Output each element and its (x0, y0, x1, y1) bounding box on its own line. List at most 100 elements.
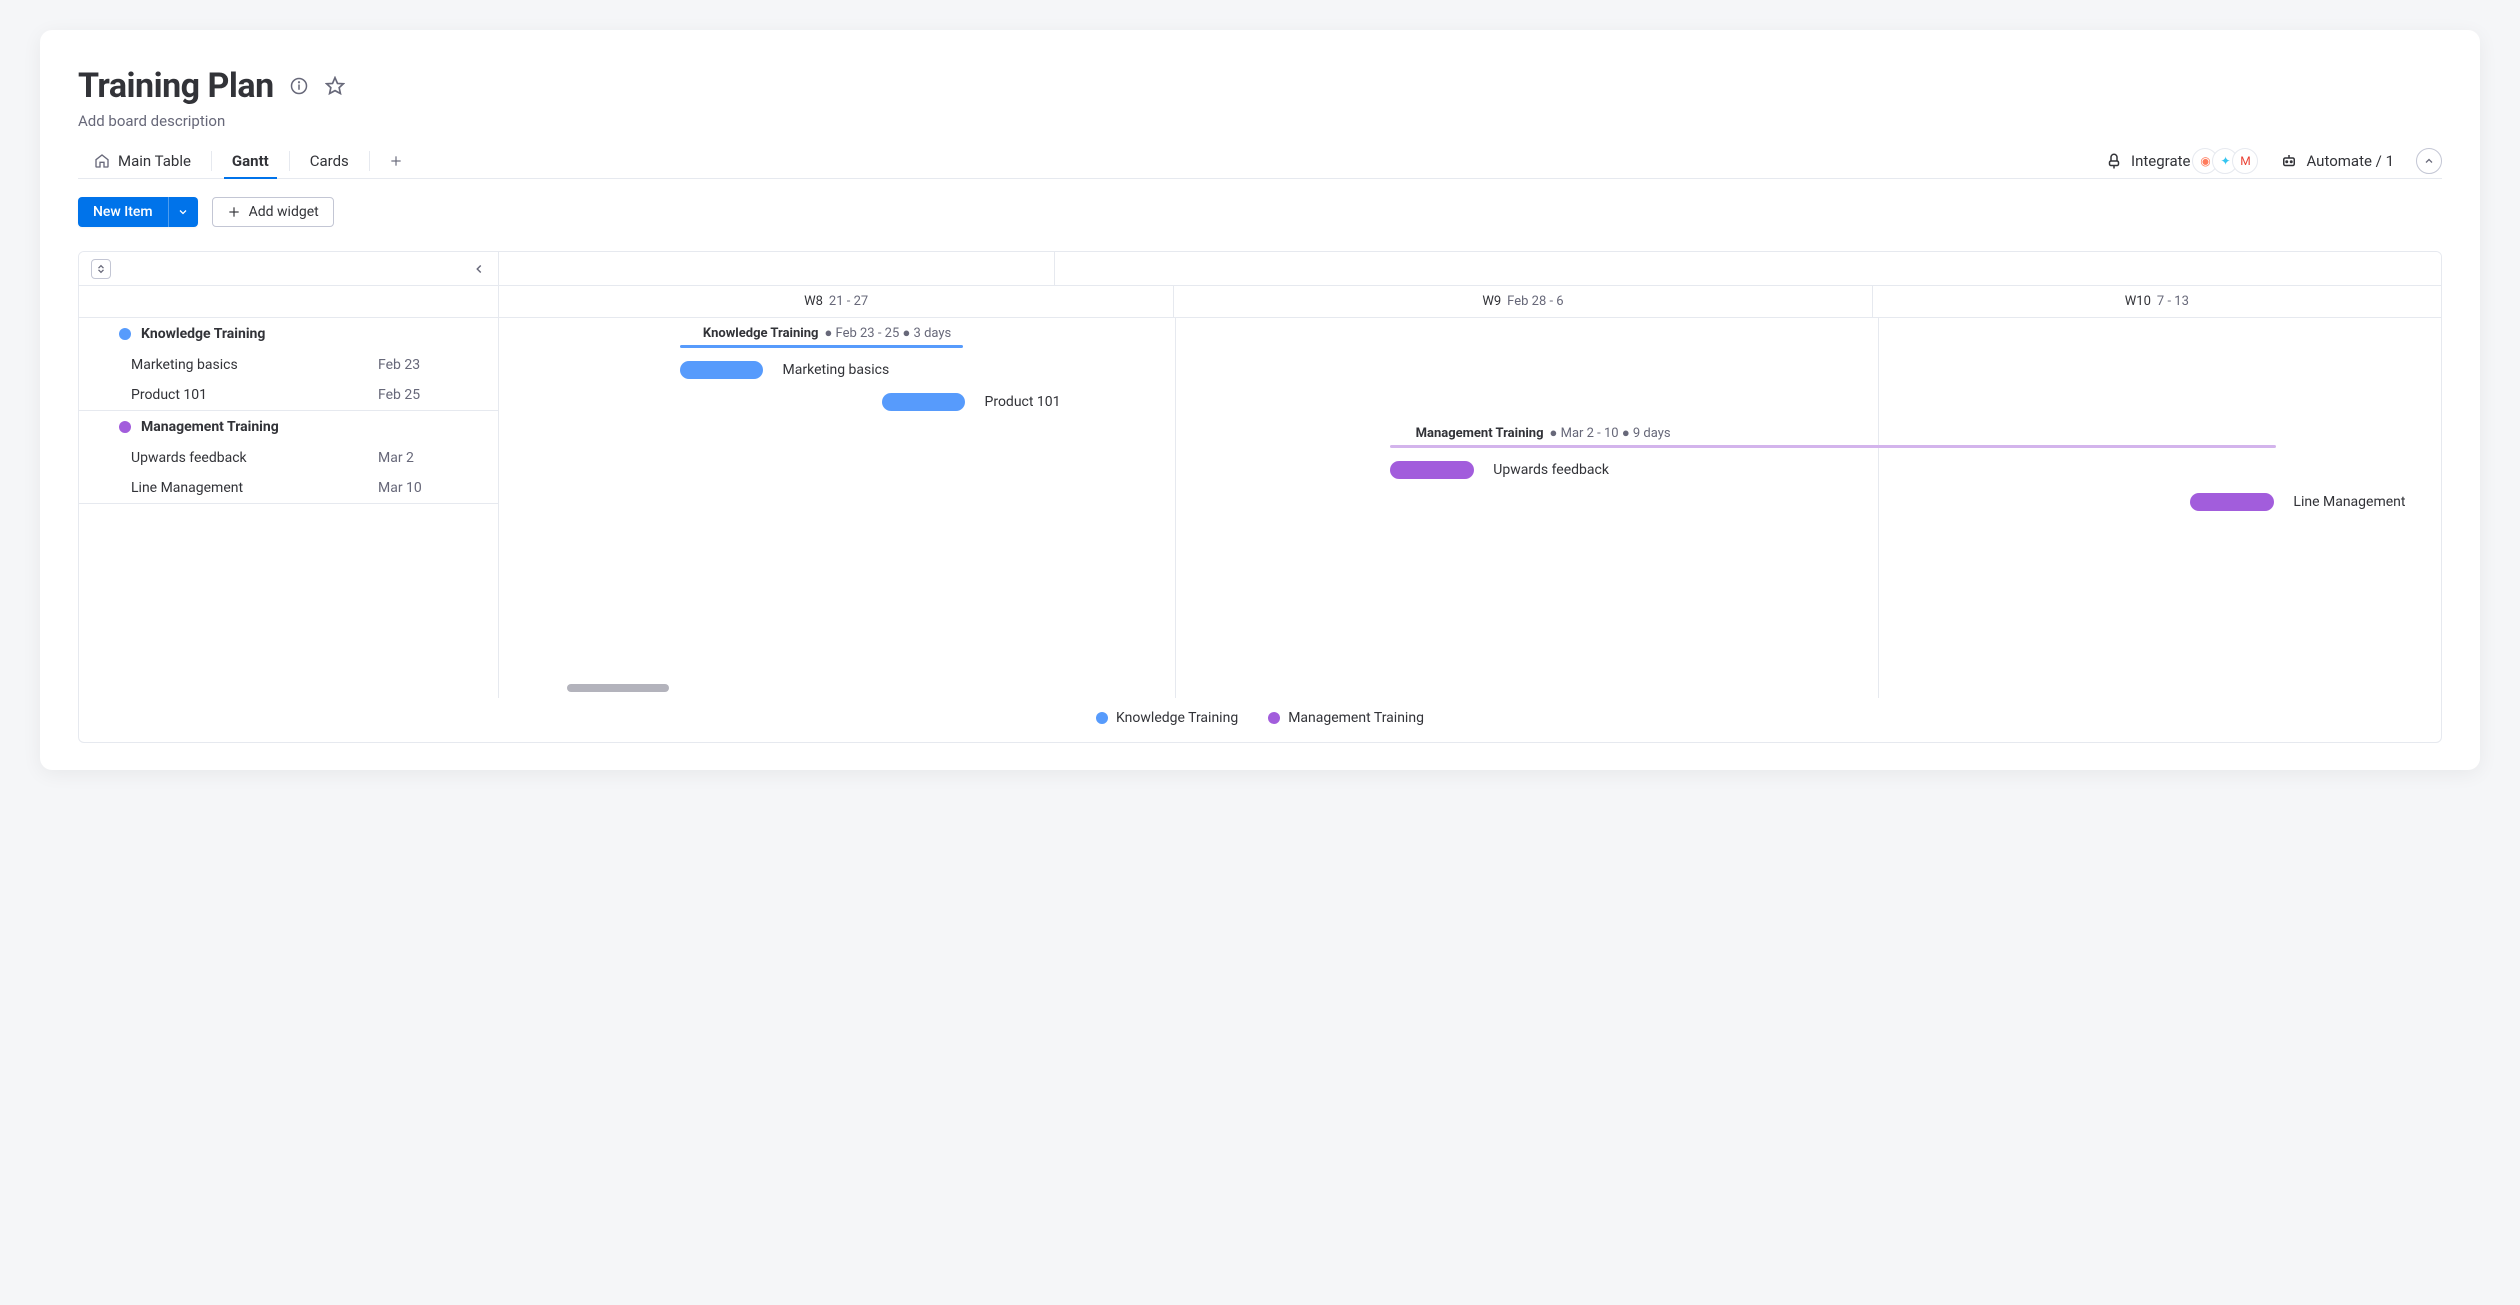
board-description[interactable]: Add board description (78, 112, 2442, 130)
info-icon[interactable] (288, 75, 310, 97)
task-bar[interactable] (1390, 461, 1474, 479)
integration-pill-icon: M (2232, 148, 2258, 174)
gantt-side-header (79, 252, 499, 285)
group-summary-meta: ● Mar 2 - 10 ● 9 days (1550, 425, 1671, 441)
week-number: W10 (2125, 294, 2151, 309)
tab-separator (289, 151, 290, 171)
item-name: Marketing basics (131, 357, 238, 373)
legend-dot (1096, 712, 1108, 724)
board-card: Training Plan Add board description Main… (40, 30, 2480, 770)
task-bar-label: Line Management (2293, 494, 2405, 510)
new-item-dropdown[interactable] (168, 197, 198, 227)
automate-label: Automate / 1 (2306, 152, 2394, 170)
item-row[interactable]: Line Management Mar 10 (79, 473, 498, 503)
task-bar[interactable] (2190, 493, 2274, 511)
item-row[interactable]: Product 101 Feb 25 (79, 380, 498, 410)
star-icon[interactable] (324, 75, 346, 97)
group-summary-meta: ● Feb 23 - 25 ● 3 days (824, 325, 951, 341)
group-summary-bar[interactable] (1390, 445, 2276, 448)
tabs-row: Main Table Gantt Cards Integrate (78, 144, 2442, 179)
add-tab-button[interactable] (382, 147, 410, 175)
gantt-header-top (79, 252, 2441, 286)
group-block: Knowledge Training Marketing basicsFeb 23… (79, 318, 498, 411)
group-header[interactable]: Knowledge Training (79, 318, 498, 350)
group-name: Management Training (141, 419, 279, 435)
plug-icon (2105, 152, 2123, 170)
tabs-left: Main Table Gantt Cards (78, 144, 410, 178)
item-name: Line Management (131, 480, 243, 496)
gantt-header-spacer (1054, 252, 2441, 285)
chart-item-row: Upwards feedback (499, 454, 2441, 486)
tab-cards[interactable]: Cards (294, 144, 365, 178)
integrate-button[interactable]: Integrate ◉ ✦ M (2105, 148, 2258, 174)
legend-dot (1268, 712, 1280, 724)
gantt-week-header: W8 21 - 27 W9Feb 28 - 6 W10 7 - 13 (79, 286, 2441, 318)
item-date: Feb 25 (378, 387, 458, 403)
item-name: Product 101 (131, 387, 207, 403)
automate-button[interactable]: Automate / 1 (2280, 152, 2394, 170)
gantt-container: W8 21 - 27 W9Feb 28 - 6 W10 7 - 13 Knowledge… (78, 251, 2442, 743)
week-range: 7 - 13 (2157, 294, 2189, 309)
integration-icons: ◉ ✦ M (2198, 148, 2258, 174)
board-header: Training Plan (78, 66, 2442, 106)
task-bar-label: Marketing basics (783, 362, 890, 378)
group-color-dot (119, 328, 131, 340)
legend-item[interactable]: Knowledge Training (1096, 710, 1238, 726)
gantt-chart-area[interactable]: Knowledge Training ● Feb 23 - 25 ● 3 day… (499, 318, 2441, 698)
chart-item-row: Line Management (499, 486, 2441, 518)
item-date: Mar 10 (378, 480, 458, 496)
group-header[interactable]: Management Training (79, 411, 498, 443)
chart-group-row: Knowledge Training ● Feb 23 - 25 ● 3 day… (499, 318, 2441, 354)
item-name: Upwards feedback (131, 450, 247, 466)
week-number: W8 (804, 294, 823, 309)
tab-separator (369, 151, 370, 171)
tab-label: Cards (310, 152, 349, 170)
gantt-week-columns: W8 21 - 27 W9Feb 28 - 6 W10 7 - 13 (499, 286, 2441, 317)
integrate-label: Integrate (2131, 152, 2190, 170)
plus-icon (227, 205, 241, 219)
collapse-groups-button[interactable] (91, 259, 111, 279)
chart-item-row: Marketing basics (499, 354, 2441, 386)
task-bar[interactable] (882, 393, 966, 411)
new-item-button[interactable]: New Item (78, 197, 168, 227)
tab-label: Main Table (118, 152, 191, 170)
gantt-week-column: W9Feb 28 - 6 (1173, 286, 1871, 317)
add-widget-button[interactable]: Add widget (212, 197, 334, 227)
gantt-week-header-side (79, 286, 499, 317)
item-row[interactable]: Marketing basicsFeb 23 (79, 350, 498, 380)
side-panel-toggle[interactable] (468, 258, 490, 280)
task-bar[interactable] (680, 361, 764, 379)
group-summary-name: Management Training (1416, 426, 1544, 441)
group-summary-name: Knowledge Training (703, 326, 819, 341)
chart-item-row: Product 101 (499, 386, 2441, 418)
legend-label: Management Training (1288, 710, 1424, 726)
gantt-legend: Knowledge Training Management Training (79, 698, 2441, 742)
gantt-side-panel: Knowledge Training Marketing basicsFeb 23… (79, 318, 499, 698)
gantt-scroll-thumb[interactable] (567, 684, 669, 692)
gantt-week-column: W10 7 - 13 (1872, 286, 2441, 317)
add-widget-label: Add widget (249, 204, 319, 220)
group-summary-label: Knowledge Training ● Feb 23 - 25 ● 3 day… (703, 322, 951, 344)
chart-group-row: Management Training ● Mar 2 - 10 ● 9 day… (499, 418, 2441, 454)
group-name: Knowledge Training (141, 326, 265, 342)
home-icon (94, 153, 110, 169)
gantt-body: Knowledge Training Marketing basicsFeb 23… (79, 318, 2441, 698)
group-block: Management Training Upwards feedbackMar 2… (79, 411, 498, 504)
tabs-right: Integrate ◉ ✦ M Automate / 1 (2105, 148, 2442, 174)
week-range: 21 - 27 (829, 294, 868, 309)
robot-icon (2280, 152, 2298, 170)
tab-separator (211, 151, 212, 171)
gantt-timeline-header-top (499, 252, 2441, 285)
gantt-week-column: W8 21 - 27 (499, 286, 1173, 317)
new-item-button-group: New Item (78, 197, 198, 227)
tab-main-table[interactable]: Main Table (78, 144, 207, 178)
tab-gantt[interactable]: Gantt (216, 144, 285, 178)
board-title: Training Plan (78, 66, 274, 106)
week-range: Feb 28 - 6 (1507, 294, 1563, 309)
collapse-panel-button[interactable] (2416, 148, 2442, 174)
group-color-dot (119, 421, 131, 433)
legend-item[interactable]: Management Training (1268, 710, 1424, 726)
group-summary-label: Management Training ● Mar 2 - 10 ● 9 day… (1416, 422, 1671, 444)
group-summary-bar[interactable] (680, 345, 964, 348)
item-row[interactable]: Upwards feedbackMar 2 (79, 443, 498, 473)
